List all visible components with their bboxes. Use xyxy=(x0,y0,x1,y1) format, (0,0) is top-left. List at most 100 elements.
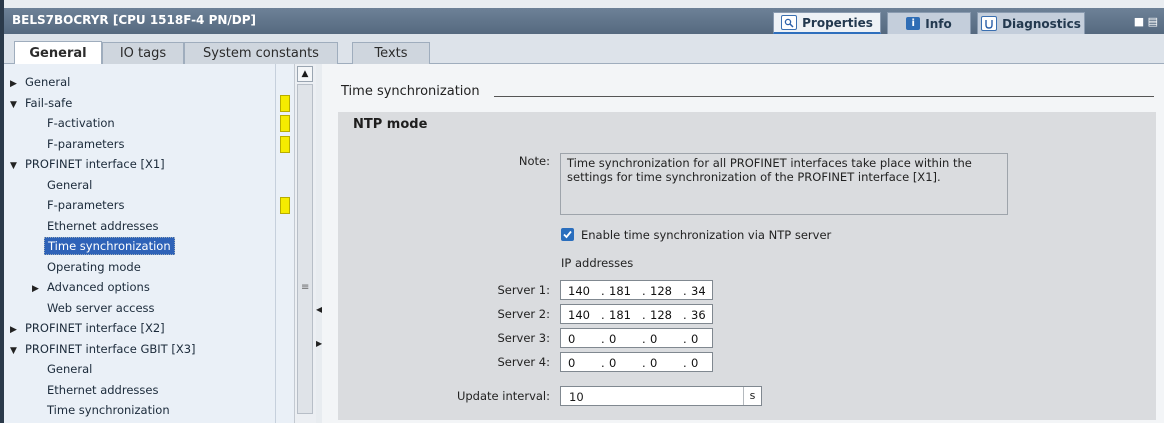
server-ip-input[interactable]: 0. 0. 0. 0 xyxy=(560,328,713,348)
nav-item-label: Time synchronization xyxy=(44,237,175,255)
nav-item[interactable]: Time synchronization xyxy=(4,400,320,421)
nav-item-label: Ethernet addresses xyxy=(47,218,159,233)
update-interval-input[interactable]: 10 s xyxy=(560,386,762,406)
nav-item-label: Fail-safe xyxy=(25,95,73,110)
ip-separator: . xyxy=(642,356,646,370)
navigation-tree: ▶ General ▼ Fail-safe F-activation F-paramete… xyxy=(4,64,318,423)
nav-item-label: PROFINET interface GBIT [X3] xyxy=(25,341,196,356)
ip-separator: . xyxy=(601,308,605,322)
nav-item[interactable]: General xyxy=(4,359,320,380)
section-title: Time synchronization xyxy=(341,84,480,99)
ip-octet[interactable]: 0 xyxy=(609,356,616,370)
server-ip-input[interactable]: 140. 181. 128. 36 xyxy=(560,304,713,324)
fail-safe-marker xyxy=(280,135,290,153)
nav-item[interactable]: ▼ Fail-safe xyxy=(4,93,286,114)
update-interval-label: Update interval: xyxy=(456,389,550,403)
ip-separator: . xyxy=(642,308,646,322)
window-controls[interactable]: ■ ▤ xyxy=(1134,15,1158,28)
nav-item-label: General xyxy=(47,177,93,192)
tab-properties[interactable]: Properties xyxy=(773,12,881,34)
checkmark-icon xyxy=(563,230,572,239)
ip-octet[interactable]: 0 xyxy=(609,332,616,346)
tab-info[interactable]: i Info xyxy=(887,12,971,34)
tab-system-constants[interactable]: System constants xyxy=(184,42,338,64)
nav-item[interactable]: General xyxy=(4,175,320,196)
nav-item[interactable]: Ethernet addresses xyxy=(4,380,320,401)
inspector-titlebar: BELS7BOCRYR [CPU 1518F-4 PN/DP] Properti… xyxy=(4,8,1164,34)
nav-item[interactable]: Web server access xyxy=(4,298,320,319)
ip-octet[interactable]: 0 xyxy=(691,332,698,346)
tab-properties-label: Properties xyxy=(802,15,873,30)
nav-item[interactable]: ▶ General xyxy=(4,72,286,93)
tab-general[interactable]: General xyxy=(14,41,102,65)
ip-separator: . xyxy=(642,284,646,298)
ip-separator: . xyxy=(642,332,646,346)
ip-octet[interactable]: 0 xyxy=(650,356,657,370)
group-title: NTP mode xyxy=(353,117,428,132)
server-label: Server 3: xyxy=(497,331,550,345)
nav-item[interactable]: Operating mode xyxy=(4,257,320,278)
nav-item[interactable]: F-activation xyxy=(4,113,320,134)
ip-separator: . xyxy=(683,332,687,346)
nav-item[interactable]: ▼ PROFINET interface GBIT [X3] xyxy=(4,339,286,360)
nav-item[interactable]: ▶ PROFINET interface [X2] xyxy=(4,318,286,339)
section-divider xyxy=(494,96,1154,97)
nav-item[interactable]: F-parameters xyxy=(4,195,320,216)
info-icon: i xyxy=(906,17,921,30)
note-text: Time synchronization for all PROFINET in… xyxy=(560,153,1008,215)
nav-item-label: General xyxy=(47,362,93,376)
tab-texts[interactable]: Texts xyxy=(352,42,430,64)
nav-item[interactable]: F-parameters xyxy=(4,134,320,155)
nav-item-label: Advanced options xyxy=(47,280,150,294)
ip-separator: . xyxy=(601,284,605,298)
ntp-checkbox-label: Enable time synchronization via NTP serv… xyxy=(581,228,832,242)
ip-octet[interactable]: 0 xyxy=(691,356,698,370)
nav-item[interactable]: Time synchronization xyxy=(4,236,320,257)
ip-octet[interactable]: 128 xyxy=(650,308,672,322)
properties-icon xyxy=(781,15,798,30)
nav-item-label: F-parameters xyxy=(47,136,125,151)
note-label: Note: xyxy=(518,154,550,168)
server-ip-input[interactable]: 0. 0. 0. 0 xyxy=(560,352,713,372)
ip-octet[interactable]: 34 xyxy=(691,284,706,298)
nav-scrollbar[interactable]: ▲ ≡ xyxy=(294,64,316,423)
ip-octet[interactable]: 0 xyxy=(650,332,657,346)
nav-item-label: F-parameters xyxy=(47,198,125,212)
tab-io-tags[interactable]: IO tags xyxy=(102,42,184,64)
ip-octet[interactable]: 0 xyxy=(568,356,575,370)
diagnostics-icon xyxy=(981,16,998,31)
ip-addresses-heading: IP addresses xyxy=(561,256,634,270)
ip-octet[interactable]: 181 xyxy=(609,308,631,322)
fail-safe-marker xyxy=(280,94,290,112)
scroll-thumb[interactable] xyxy=(297,84,313,414)
server-ip-input[interactable]: 140. 181. 128. 34 xyxy=(560,280,713,300)
scroll-up-icon[interactable]: ▲ xyxy=(297,66,313,82)
nav-item[interactable]: ▶ Advanced options xyxy=(4,277,308,298)
nav-item-label: Time synchronization xyxy=(47,403,170,417)
scroll-grip-icon: ≡ xyxy=(301,282,310,293)
server-label: Server 4: xyxy=(497,355,550,369)
server-label: Server 1: xyxy=(497,283,550,297)
nav-item[interactable]: ▼ PROFINET interface [X1] xyxy=(4,154,286,175)
ip-octet[interactable]: 0 xyxy=(568,332,575,346)
ip-octet[interactable]: 140 xyxy=(568,284,590,298)
tab-info-label: Info xyxy=(925,16,952,31)
ip-separator: . xyxy=(683,356,687,370)
nav-item-label: PROFINET interface [X1] xyxy=(25,157,165,171)
ip-octet[interactable]: 140 xyxy=(568,308,590,322)
ip-separator: . xyxy=(601,356,605,370)
nav-item-label: F-activation xyxy=(47,116,115,130)
ip-octet[interactable]: 128 xyxy=(650,284,672,298)
fail-safe-marker xyxy=(280,197,290,214)
nav-item[interactable]: Ethernet addresses xyxy=(4,216,320,237)
inspector-title: BELS7BOCRYR [CPU 1518F-4 PN/DP] xyxy=(12,13,257,27)
tab-diagnostics[interactable]: Diagnostics xyxy=(977,12,1085,34)
ntp-checkbox[interactable] xyxy=(561,228,574,241)
server-label: Server 2: xyxy=(497,307,550,321)
ip-octet[interactable]: 181 xyxy=(609,284,631,298)
fail-safe-marker xyxy=(280,115,290,132)
inspector-tabbar: General IO tags System constants Texts xyxy=(4,34,1164,65)
nav-item-label: PROFINET interface [X2] xyxy=(25,321,165,335)
ip-octet[interactable]: 36 xyxy=(691,308,706,322)
update-interval-value: 10 xyxy=(569,390,584,404)
